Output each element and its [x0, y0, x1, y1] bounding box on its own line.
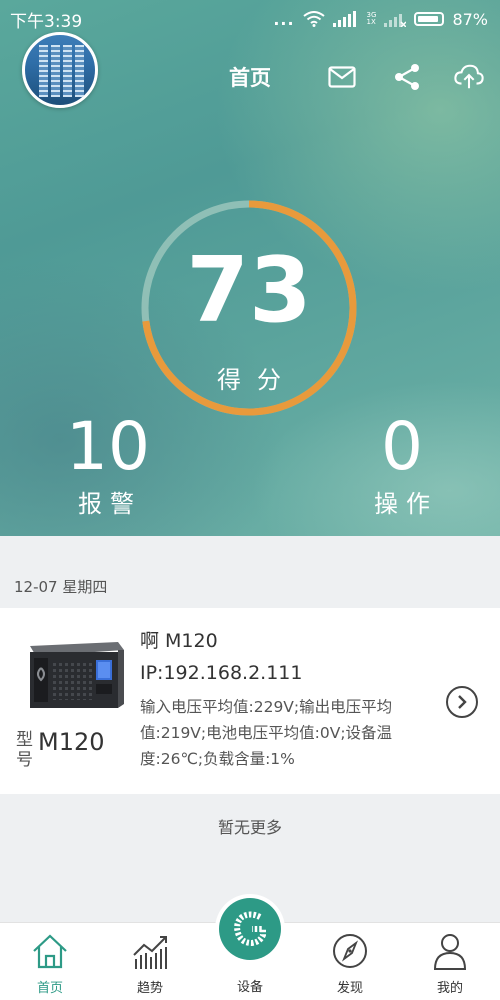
alarm-label: 报警 — [78, 490, 142, 518]
tab-discover[interactable]: 发现 — [310, 923, 390, 1000]
chevron-right-icon[interactable] — [446, 686, 478, 718]
device-name: 啊 M120 — [140, 630, 218, 652]
avatar-rack — [39, 45, 48, 97]
status-time: 下午3:39 — [10, 11, 83, 32]
avatar-rack — [75, 45, 84, 97]
signal-icon — [332, 11, 356, 27]
tab-device-label: 设备 — [236, 980, 263, 995]
score-value: 73 — [186, 238, 312, 343]
score-label: 得分 — [217, 366, 297, 394]
signal-weak-icon — [384, 14, 407, 27]
device-description: 输入电压平均值:229V;输出电压平均值:219V;电池电压平均值:0V;设备温… — [140, 698, 393, 768]
tab-device[interactable] — [215, 894, 285, 964]
dashboard-hero: 下午3:39 ... 3G 1X 87% 首页 73 得分 10 报警 0 操作 — [0, 0, 500, 536]
tab-home-label: 首页 — [36, 981, 63, 996]
compass-icon — [333, 934, 367, 968]
ups-device-image — [30, 642, 124, 708]
trend-chart-icon — [133, 936, 167, 969]
model-prefix: 型号 — [16, 730, 33, 770]
tab-home[interactable]: 首页 — [10, 923, 90, 1000]
mail-icon[interactable] — [327, 62, 357, 92]
battery-level: 87% — [452, 9, 488, 29]
device-card[interactable]: 型号 M120 啊 M120 IP:192.168.2.111 输入电压平均值:… — [0, 608, 500, 794]
person-icon — [433, 934, 467, 970]
device-ip: IP:192.168.2.111 — [140, 662, 303, 684]
date-header: 12-07 星期四 — [14, 578, 108, 596]
tab-mine[interactable]: 我的 — [410, 923, 490, 1000]
cloud-upload-icon[interactable] — [454, 62, 484, 92]
status-indicators: ... 3G 1X 87% — [273, 10, 488, 29]
model-value: M120 — [38, 728, 105, 756]
avatar-rack — [51, 45, 60, 97]
battery-icon — [414, 12, 445, 26]
no-more-text: 暂无更多 — [217, 818, 282, 837]
wifi-icon — [302, 11, 325, 27]
device-logo-icon — [219, 898, 281, 960]
network-type: 3G 1X — [367, 12, 377, 26]
network-type-bottom: 1X — [366, 18, 376, 26]
alarm-count: 10 — [66, 408, 150, 485]
alarm-stat[interactable]: 10 报警 — [66, 408, 150, 519]
share-icon[interactable] — [392, 62, 422, 92]
tab-discover-label: 发现 — [336, 981, 363, 996]
home-icon — [33, 934, 67, 969]
tab-mine-label: 我的 — [436, 981, 463, 996]
status-dots: ... — [273, 9, 295, 29]
tab-trend-label: 趋势 — [136, 981, 163, 996]
avatar[interactable] — [22, 32, 98, 108]
operations-count: 0 — [381, 408, 423, 485]
operations-label: 操作 — [374, 490, 438, 518]
operations-stat[interactable]: 0 操作 — [360, 414, 444, 519]
tab-trend[interactable]: 趋势 — [110, 923, 190, 1000]
avatar-rack — [63, 45, 72, 97]
status-bar: 下午3:39 ... 3G 1X 87% — [0, 0, 500, 38]
